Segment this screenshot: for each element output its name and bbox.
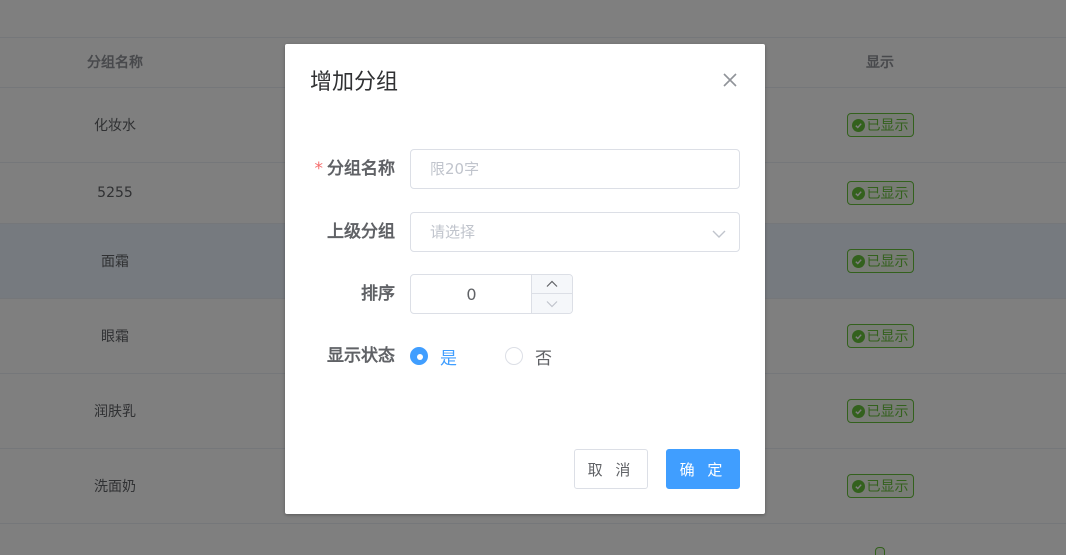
- visibility-radio-group: 是 否: [410, 336, 600, 376]
- sort-input[interactable]: [411, 275, 532, 313]
- visibility-label: 显示状态: [327, 346, 395, 366]
- increase-button[interactable]: [531, 275, 572, 294]
- close-icon[interactable]: [721, 71, 739, 89]
- radio-indicator[interactable]: [410, 347, 428, 365]
- sort-label: 排序: [361, 284, 395, 304]
- group-name-input[interactable]: [411, 150, 739, 188]
- chevron-down-icon: [546, 300, 558, 307]
- group-name-label: * 分组名称: [314, 159, 396, 179]
- chevron-down-icon[interactable]: [711, 226, 727, 240]
- group-name-field[interactable]: [410, 149, 740, 189]
- radio-show-yes[interactable]: 是: [410, 344, 457, 369]
- required-mark: *: [314, 159, 324, 179]
- parent-group-label: 上级分组: [327, 222, 395, 242]
- cancel-button[interactable]: 取 消: [574, 449, 648, 489]
- parent-group-select[interactable]: [410, 212, 740, 252]
- add-group-dialog: 增加分组 *分组名称 上级分组 排序 显示状态 是 否: [285, 44, 765, 514]
- confirm-button[interactable]: 确 定: [666, 449, 740, 489]
- chevron-up-icon: [546, 280, 558, 287]
- parent-group-input[interactable]: [411, 213, 739, 251]
- radio-show-no[interactable]: 否: [505, 344, 552, 369]
- decrease-button[interactable]: [531, 294, 572, 313]
- sort-stepper: [410, 274, 573, 314]
- dialog-title: 增加分组: [310, 70, 399, 95]
- radio-indicator[interactable]: [505, 347, 523, 365]
